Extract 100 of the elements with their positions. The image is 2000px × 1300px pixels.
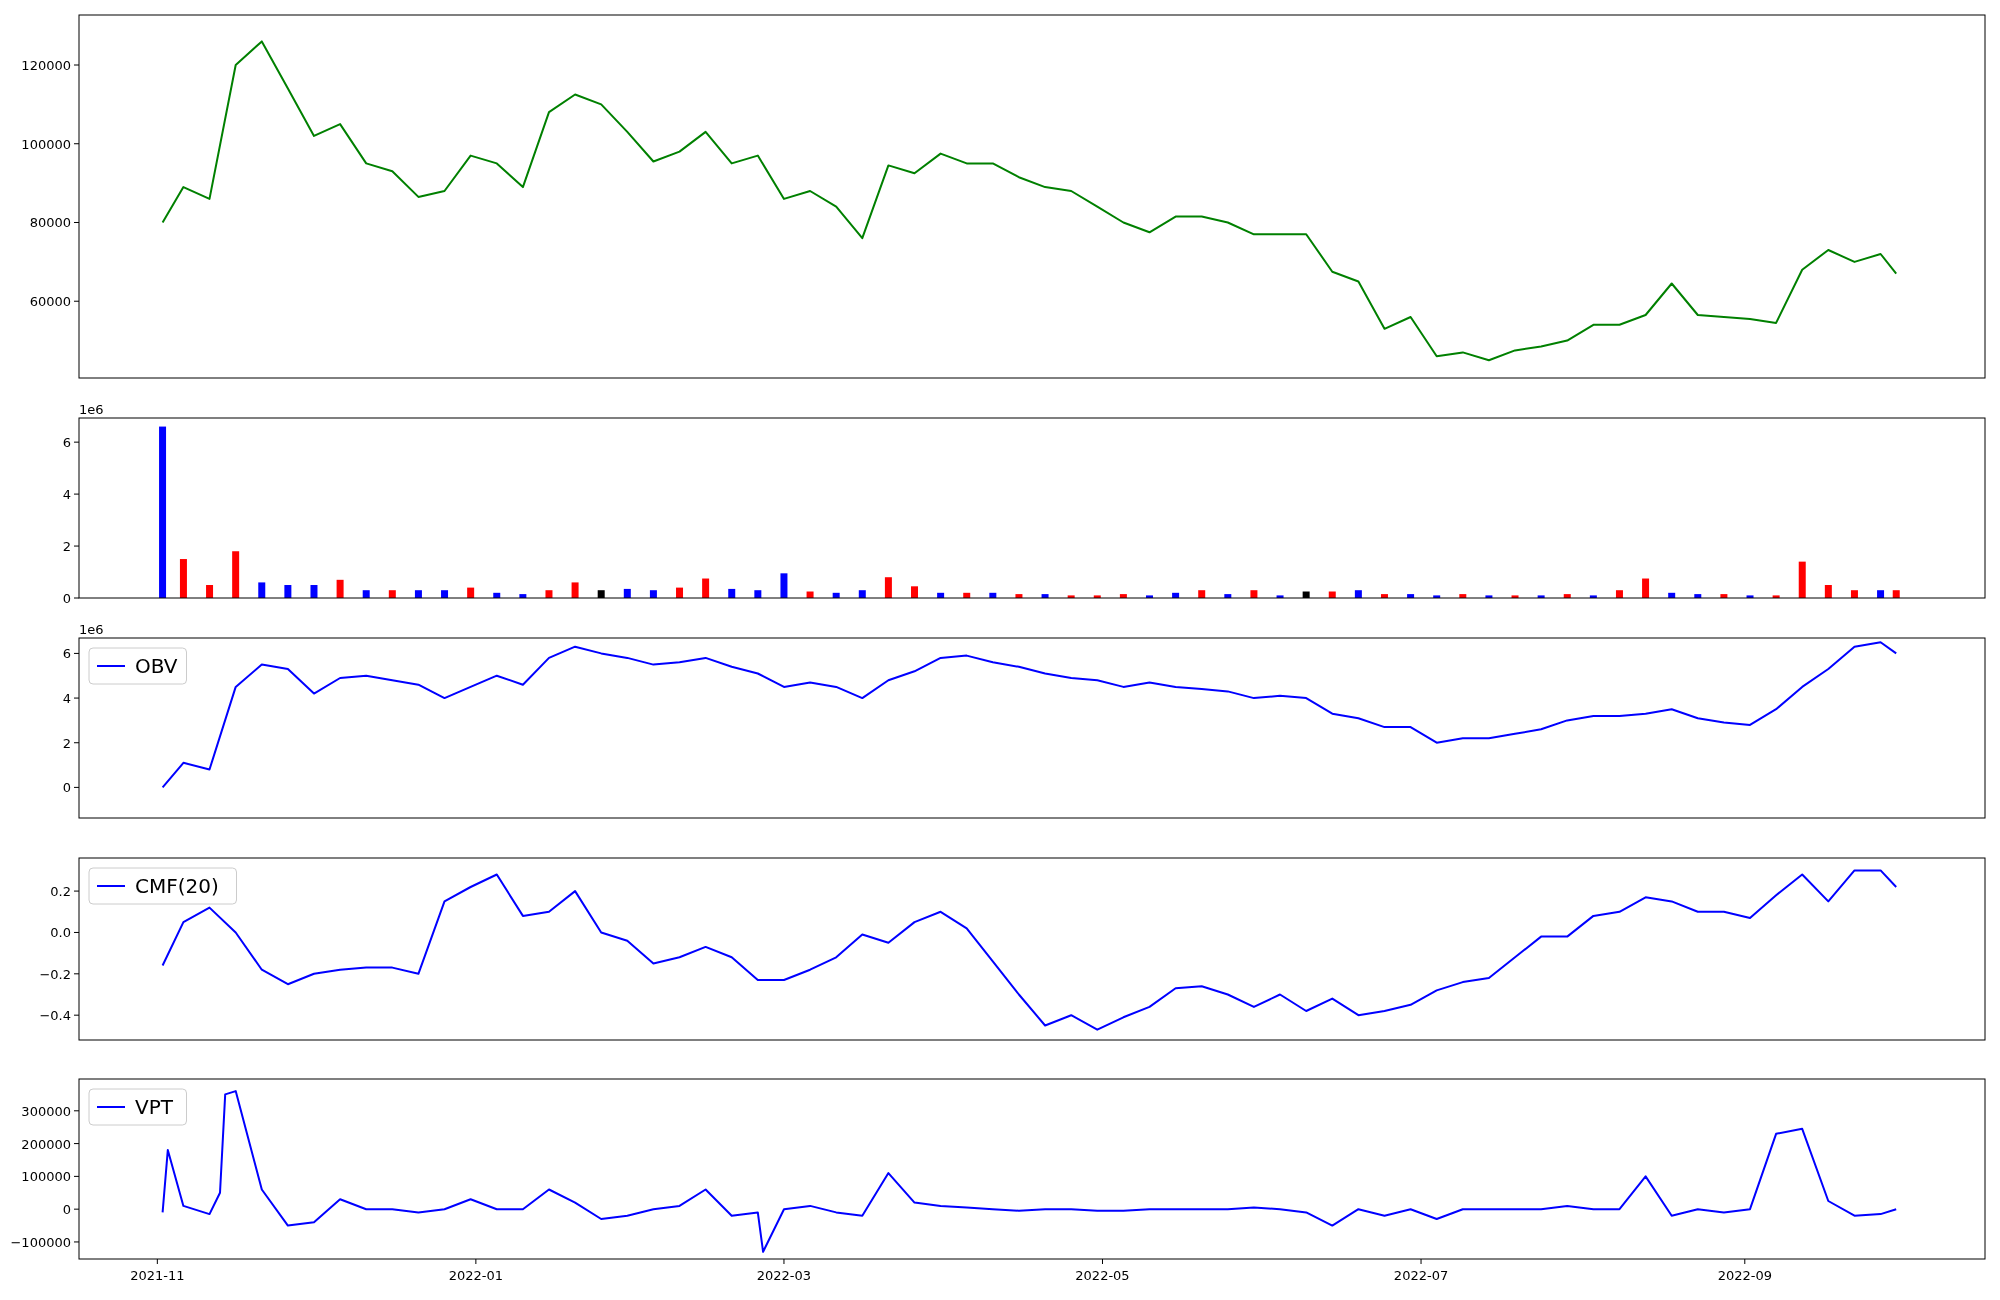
tick-mark bbox=[73, 64, 80, 66]
tick-mark bbox=[73, 1110, 80, 1112]
volume-bar bbox=[1276, 595, 1284, 598]
tick-mark bbox=[73, 652, 80, 654]
axis-offset-label: 1e6 bbox=[79, 622, 104, 637]
volume-bar bbox=[1198, 590, 1206, 598]
volume-bar bbox=[336, 579, 344, 598]
volume-bar bbox=[1459, 594, 1467, 598]
volume-bar bbox=[989, 592, 997, 598]
tick-label: 2 bbox=[62, 539, 71, 555]
volume-bar bbox=[1877, 590, 1885, 598]
volume-bar bbox=[623, 588, 631, 598]
tick-label: 6 bbox=[62, 646, 71, 662]
volume-bar bbox=[441, 590, 449, 598]
tick-label: 2022-03 bbox=[756, 1268, 812, 1283]
volume-bar bbox=[597, 590, 605, 598]
volume-bar bbox=[232, 551, 240, 598]
tick-mark bbox=[73, 1143, 80, 1145]
tick-mark bbox=[73, 931, 80, 933]
axis-offset-label: 1e6 bbox=[79, 402, 104, 417]
tick-mark bbox=[73, 1175, 80, 1177]
tick-mark bbox=[1420, 1258, 1422, 1265]
volume-bar bbox=[1093, 595, 1101, 598]
tick-mark bbox=[73, 1241, 80, 1243]
volume-bar bbox=[493, 592, 501, 598]
volume-bar bbox=[310, 585, 318, 598]
tick-mark bbox=[783, 1258, 785, 1265]
volume-bar bbox=[754, 590, 762, 598]
volume-bar bbox=[1250, 590, 1258, 598]
tick-mark bbox=[73, 1208, 80, 1210]
tick-mark bbox=[73, 742, 80, 744]
volume-bar bbox=[702, 578, 710, 598]
tick-mark bbox=[156, 1258, 158, 1265]
tick-mark bbox=[73, 973, 80, 975]
tick-label: 4 bbox=[62, 691, 71, 707]
volume-bar bbox=[1511, 595, 1519, 598]
tick-mark bbox=[73, 545, 80, 547]
volume-bar bbox=[206, 585, 214, 598]
tick-label: 0 bbox=[62, 780, 71, 796]
tick-mark bbox=[475, 1258, 477, 1265]
volume-bar bbox=[1172, 592, 1180, 598]
volume-bar bbox=[937, 592, 945, 598]
tick-label: 2022-09 bbox=[1717, 1268, 1772, 1283]
tick-label: 2021-11 bbox=[130, 1268, 185, 1283]
tick-mark bbox=[73, 222, 80, 223]
tick-label: 2022-01 bbox=[448, 1268, 504, 1283]
tick-mark bbox=[73, 300, 80, 302]
volume-bar bbox=[1485, 595, 1493, 598]
tick-label: 120000 bbox=[21, 58, 71, 73]
volume-bar bbox=[1041, 594, 1049, 598]
volume-bar bbox=[649, 590, 657, 598]
tick-label: 0 bbox=[62, 591, 71, 606]
tick-label: 100000 bbox=[21, 136, 71, 152]
volume-bar bbox=[963, 592, 971, 598]
volume-bar bbox=[1824, 585, 1832, 598]
tick-label: 0.2 bbox=[50, 884, 71, 900]
tick-mark bbox=[73, 786, 80, 788]
tick-mark bbox=[73, 441, 80, 443]
tick-label: 2022-05 bbox=[1075, 1268, 1130, 1283]
volume-bar bbox=[1589, 595, 1597, 598]
tick-mark bbox=[1102, 1258, 1103, 1265]
tick-label: 80000 bbox=[29, 215, 71, 231]
volume-bar bbox=[519, 594, 527, 598]
tick-mark bbox=[73, 143, 80, 145]
volume-bar bbox=[1302, 591, 1310, 598]
volume-bar bbox=[414, 590, 422, 598]
volume-bar bbox=[545, 590, 553, 598]
tick-label: 0 bbox=[62, 1202, 71, 1218]
tick-label: 100000 bbox=[21, 1169, 71, 1185]
volume-bar bbox=[388, 590, 396, 598]
tick-label: 6 bbox=[62, 435, 71, 451]
legend-label: CMF(20) bbox=[135, 874, 219, 898]
volume-bar bbox=[258, 582, 266, 598]
volume-bar bbox=[884, 577, 892, 598]
volume-bar bbox=[1015, 594, 1023, 598]
tick-mark bbox=[1744, 1258, 1746, 1265]
volume-bar bbox=[1381, 594, 1388, 598]
volume-bar bbox=[1563, 594, 1571, 598]
volume-bar bbox=[676, 587, 683, 598]
tick-mark bbox=[73, 890, 80, 892]
volume-bar bbox=[1668, 592, 1676, 598]
volume-bar bbox=[1146, 595, 1153, 598]
volume-bar bbox=[1354, 590, 1362, 598]
volume-bar bbox=[780, 573, 788, 598]
tick-mark bbox=[73, 1014, 80, 1016]
legend-label: OBV bbox=[135, 654, 178, 678]
volume-bar bbox=[467, 587, 475, 598]
volume-bar bbox=[1615, 590, 1623, 598]
volume-bar bbox=[362, 590, 370, 598]
volume-bar bbox=[1798, 561, 1806, 598]
volume-bar bbox=[806, 591, 814, 598]
volume-bar bbox=[1119, 594, 1127, 598]
volume-bar bbox=[1224, 594, 1232, 598]
legend-line-icon bbox=[96, 665, 126, 667]
tick-mark bbox=[73, 493, 80, 495]
volume-bar bbox=[728, 588, 736, 598]
volume-bar bbox=[571, 582, 579, 598]
tick-label: 4 bbox=[62, 487, 71, 503]
volume-bar bbox=[1067, 595, 1075, 598]
volume-bar bbox=[1772, 595, 1780, 598]
